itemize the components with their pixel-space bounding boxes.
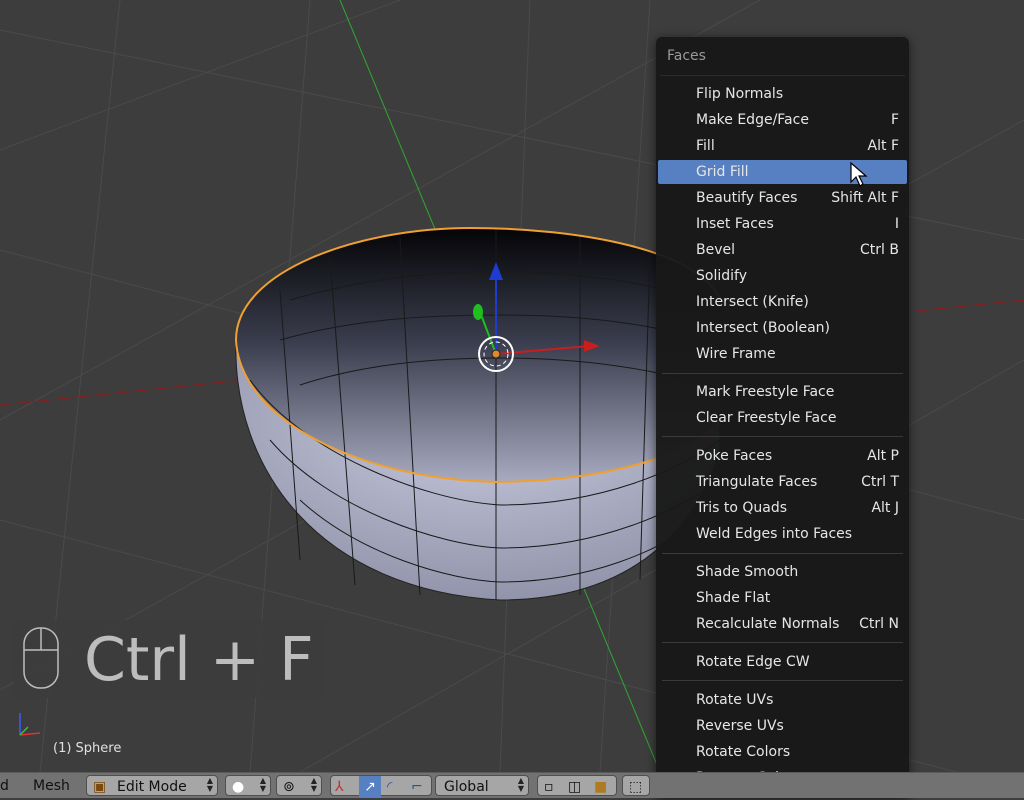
menu-item-label: Weld Edges into Faces (696, 526, 853, 542)
menu-item-label: Inset Faces (696, 216, 774, 232)
menu-item[interactable]: Poke Faces Alt P (658, 444, 907, 468)
menu-item-shortcut: F (890, 112, 899, 128)
menu-item[interactable]: Reverse UVs (658, 714, 907, 738)
menu-item[interactable]: Shade Smooth (658, 560, 907, 584)
edge-select-icon: ◫ (568, 779, 582, 795)
object-label: (1) Sphere (53, 741, 122, 756)
mouse-cursor-icon (850, 162, 868, 187)
menu-item[interactable]: Make Edge/Face F (658, 108, 907, 132)
menu-item[interactable]: Rotate UVs (658, 688, 907, 712)
updown-icon: ▲ ▼ (310, 776, 317, 793)
menu-item-shortcut: Alt J (871, 500, 899, 516)
menu-item-label: Intersect (Boolean) (696, 320, 831, 336)
menu-item-label: Reverse UVs (696, 718, 784, 734)
menu-item-label: Fill (696, 138, 715, 154)
view-axes-icon (19, 713, 41, 736)
manipulator-toggle-icon: ⅄ (335, 779, 344, 795)
menu-item-label: Poke Faces (696, 448, 773, 464)
pivot-icon: ⊚ (283, 779, 295, 795)
viewport-shading-selector[interactable]: ● ▲ ▼ (225, 775, 271, 796)
pivot-point-selector[interactable]: ⊚ ▲ ▼ (276, 775, 322, 796)
select-mode-buttons[interactable]: ▫ ◫ ■ (537, 775, 617, 796)
menu-item-shortcut: Shift Alt F (831, 190, 899, 206)
menu-item-label: Shade Flat (696, 590, 771, 606)
updown-icon: ▲ ▼ (517, 776, 524, 793)
manipulator-buttons[interactable]: ⅄ ↗ ◜ ⌐ (330, 775, 432, 798)
menu-item[interactable]: Beautify Faces Shift Alt F (658, 186, 907, 210)
menu-item[interactable]: Triangulate Faces Ctrl T (658, 470, 907, 494)
occlude-icon: ⬚ (629, 779, 643, 795)
translate-manipulator-icon: ↗ (359, 776, 381, 798)
mouse-icon (23, 627, 59, 689)
menu-item[interactable]: Bevel Ctrl B (658, 238, 907, 262)
menu-item-shortcut: Ctrl T (861, 474, 899, 490)
menu-item-label: Wire Frame (696, 346, 776, 362)
mesh-menu[interactable]: Mesh (33, 773, 70, 798)
faces-menu[interactable]: Faces Flip Normals Make Edge/Face F Fill Alt… (656, 37, 909, 797)
menu-item-label: Intersect (Knife) (696, 294, 809, 310)
mode-selector[interactable]: ▣ Edit Mode ▲ ▼ (86, 775, 218, 796)
orientation-selector[interactable]: Global ▲ ▼ (435, 775, 529, 796)
menu-item-label: Beautify Faces (696, 190, 798, 206)
menu-item-label: Bevel (696, 242, 736, 258)
solid-shading-icon: ● (232, 779, 245, 795)
menu-item-label: Triangulate Faces (696, 474, 818, 490)
rotate-manipulator-icon: ◜ (387, 779, 393, 795)
menu-divider (662, 642, 903, 643)
menu-item-shortcut: Alt P (867, 448, 899, 464)
menu-item-label: Grid Fill (696, 164, 749, 180)
menu-item[interactable]: Flip Normals (658, 82, 907, 106)
menu-title-divider (660, 75, 905, 76)
face-select-icon: ■ (594, 779, 608, 795)
menu-item[interactable]: Clear Freestyle Face (658, 406, 907, 430)
key-combo-text: Ctrl + F (84, 625, 314, 695)
menu-item[interactable]: Grid Fill (658, 160, 907, 184)
menu-item-label: Rotate Colors (696, 744, 791, 760)
menu-item-label: Flip Normals (696, 86, 784, 102)
menu-item-label: Rotate Edge CW (696, 654, 810, 670)
menu-item-label: Shade Smooth (696, 564, 799, 580)
occlude-geometry-button[interactable]: ⬚ (622, 775, 650, 796)
menu-item[interactable]: Solidify (658, 264, 907, 288)
menu-item-label: Solidify (696, 268, 747, 284)
menu-item-shortcut: I (894, 216, 899, 232)
menu-item[interactable]: Rotate Colors (658, 740, 907, 764)
edit-mode-icon: ▣ (93, 779, 107, 795)
menu-item[interactable]: Intersect (Boolean) (658, 316, 907, 340)
vertex-select-icon: ▫ (544, 779, 554, 795)
menu-divider (662, 553, 903, 554)
menu-item[interactable]: Weld Edges into Faces (658, 522, 907, 546)
menu-item[interactable]: Inset Faces I (658, 212, 907, 236)
menu-item-label: Mark Freestyle Face (696, 384, 835, 400)
menu-title: Faces (667, 48, 706, 64)
menu-divider (662, 373, 903, 374)
menu-item[interactable]: Mark Freestyle Face (658, 380, 907, 404)
menu-item[interactable]: Rotate Edge CW (658, 650, 907, 674)
menu-item-shortcut: Ctrl B (860, 242, 899, 258)
menu-divider (662, 680, 903, 681)
menu-item[interactable]: Intersect (Knife) (658, 290, 907, 314)
menu-item[interactable]: Wire Frame (658, 342, 907, 366)
menu-item-shortcut: Alt F (867, 138, 899, 154)
orientation-label: Global (444, 779, 489, 795)
menu-item-label: Make Edge/Face (696, 112, 809, 128)
menu-item-label: Tris to Quads (696, 500, 788, 516)
menu-item-label: Recalculate Normals (696, 616, 840, 632)
updown-icon: ▲ ▼ (206, 776, 213, 793)
menu-item[interactable]: Tris to Quads Alt J (658, 496, 907, 520)
mode-label: Edit Mode (117, 779, 187, 795)
menu-item[interactable]: Fill Alt F (658, 134, 907, 158)
updown-icon: ▲ ▼ (259, 776, 266, 793)
scale-manipulator-icon: ⌐ (411, 779, 423, 795)
menu-item-label: Clear Freestyle Face (696, 410, 837, 426)
menu-item[interactable]: Shade Flat (658, 586, 907, 610)
menu-divider (662, 436, 903, 437)
header-partial-label[interactable]: d (0, 773, 9, 798)
menu-item-shortcut: Ctrl N (859, 616, 899, 632)
viewport-header[interactable]: d Mesh ▣ Edit Mode ▲ ▼ ● ▲ ▼ ⊚ ▲ ▼ ⅄ ↗ ◜ ⌐ … (0, 772, 1024, 798)
menu-item-label: Rotate UVs (696, 692, 774, 708)
menu-item[interactable]: Recalculate Normals Ctrl N (658, 612, 907, 636)
